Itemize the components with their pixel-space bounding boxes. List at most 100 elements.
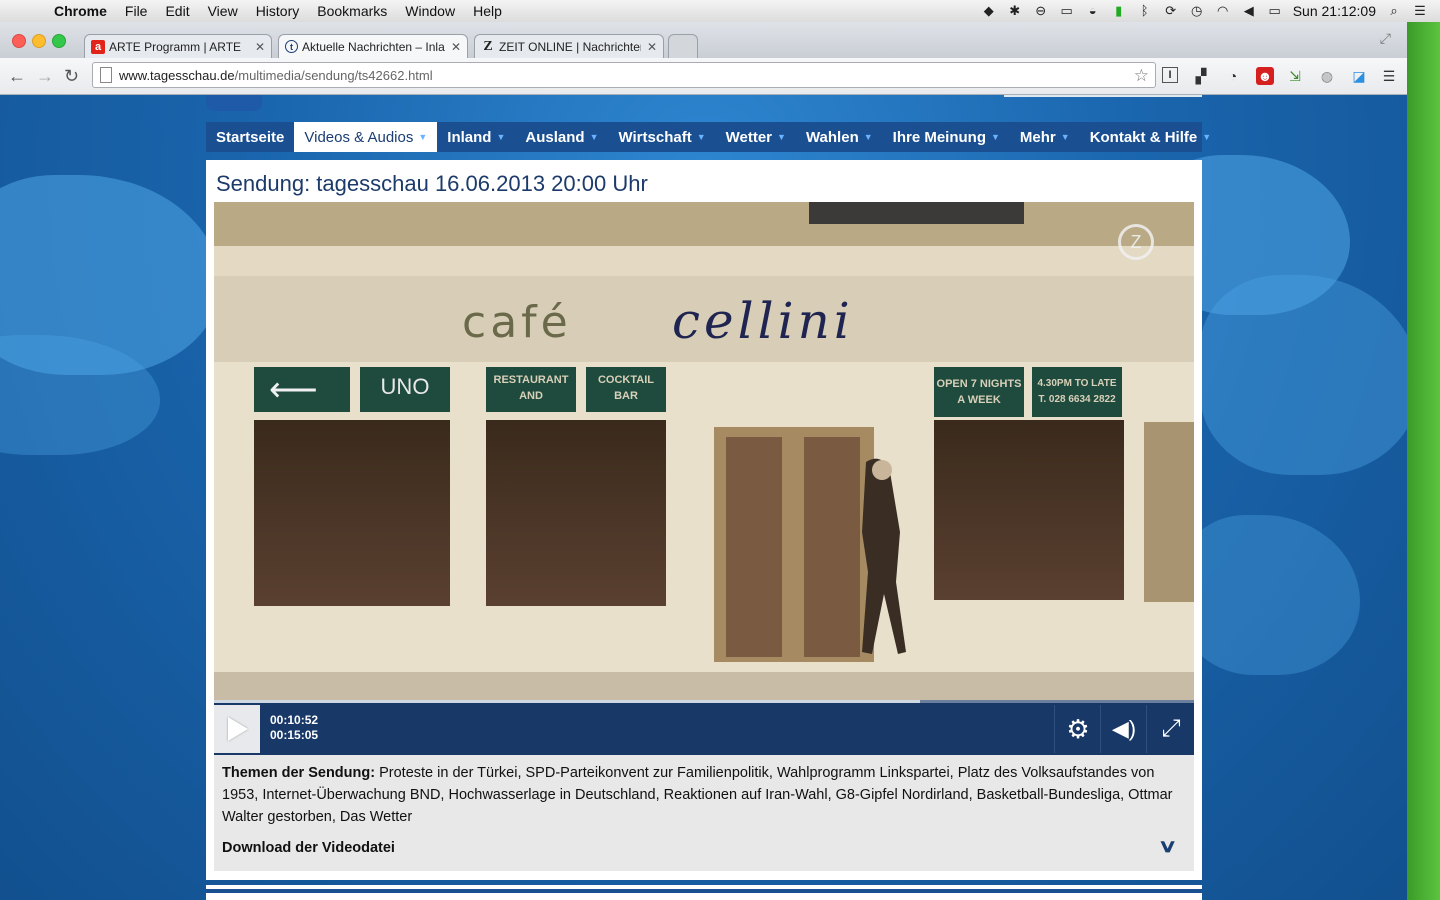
caret-down-icon: ▼	[589, 132, 599, 142]
web-page: Startseite Videos & Audios ▼ Inland ▼ Ausland…	[0, 95, 1407, 900]
nav-item-mehr[interactable]: Mehr ▼	[1010, 122, 1080, 152]
globe-extension-icon[interactable]: ◍	[1318, 67, 1336, 85]
address-bar[interactable]: www.tagesschau.de/multimedia/sendung/ts4…	[92, 62, 1156, 88]
nav-item-startseite[interactable]: Startseite	[206, 122, 294, 152]
sync-icon[interactable]: ⟳	[1163, 4, 1179, 18]
instapaper-icon[interactable]: I	[1162, 67, 1178, 83]
timer-extension-icon[interactable]: ◔	[1224, 67, 1242, 85]
menu-bookmarks[interactable]: Bookmarks	[317, 3, 387, 19]
nav-item-label: Startseite	[216, 128, 285, 146]
browser-window: a ARTE Programm | ARTE ✕ t Aktuelle Nach…	[0, 22, 1407, 900]
menu-help[interactable]: Help	[473, 3, 502, 19]
close-tab-icon[interactable]: ✕	[255, 40, 265, 54]
tab-zeit[interactable]: Z ZEIT ONLINE | Nachrichten ✕	[474, 34, 664, 58]
url-path: /multimedia/sendung/ts42662.html	[234, 67, 433, 83]
sign-restaurant: RESTAURANT AND	[493, 374, 569, 402]
new-tab-button[interactable]	[668, 34, 698, 58]
reload-icon[interactable]: ↻	[64, 66, 79, 87]
dropbox-icon[interactable]: ◆	[981, 4, 997, 18]
settings-button[interactable]: ⚙	[1054, 705, 1101, 753]
caret-down-icon: ▼	[863, 132, 873, 142]
site-header	[206, 95, 1202, 111]
volume-icon[interactable]: ◀	[1241, 4, 1257, 18]
sign-open: OPEN 7 NIGHTS A WEEK	[936, 378, 1022, 406]
minimize-window-icon[interactable]	[32, 34, 46, 48]
tagesschau-favicon-icon: t	[285, 40, 298, 53]
wifi-icon[interactable]: ◠	[1215, 4, 1231, 18]
nav-item-wirtschaft[interactable]: Wirtschaft ▼	[608, 122, 715, 152]
nav-item-wetter[interactable]: Wetter ▼	[716, 122, 796, 152]
notification-center-icon[interactable]: ☰	[1412, 4, 1428, 18]
tab-title: ZEIT ONLINE | Nachrichten	[499, 39, 641, 54]
spotlight-icon[interactable]: ⌕	[1386, 4, 1402, 18]
themen-label: Themen der Sendung:	[222, 765, 376, 781]
save-extension-icon[interactable]: ⇲	[1286, 67, 1304, 85]
nav-item-ihre-meinung[interactable]: Ihre Meinung ▼	[883, 122, 1010, 152]
volume-button[interactable]: ◀)	[1100, 705, 1147, 753]
caret-down-icon: ▼	[696, 132, 706, 142]
caret-down-icon: ▼	[496, 132, 506, 142]
fullscreen-button[interactable]: ⤢	[1146, 705, 1195, 753]
blue-extension-icon[interactable]: ◪	[1350, 67, 1368, 85]
header-search-line	[1004, 95, 1202, 97]
download-toggle[interactable]: Download der Videodatei ∨	[222, 836, 1188, 861]
fullscreen-icon[interactable]: ⤢	[1380, 30, 1391, 47]
ghost-extension-icon[interactable]: ☻	[1256, 67, 1274, 85]
nav-item-label: Kontakt & Hilfe	[1089, 128, 1198, 146]
video-still	[214, 202, 1194, 700]
back-icon[interactable]: ←	[8, 66, 26, 87]
sign-cocktail: COCKTAIL BAR	[597, 374, 654, 402]
menu-app-name[interactable]: Chrome	[54, 3, 107, 19]
chevron-down-icon: ∨	[1157, 836, 1178, 856]
caret-down-icon: ▼	[991, 132, 1000, 142]
video-frame[interactable]: café cellini ⟵ UNO RESTAURANT AND COCKTA…	[214, 202, 1194, 700]
sign-uno: UNO	[380, 374, 430, 399]
display-icon[interactable]: ▭	[1059, 4, 1075, 18]
nav-item-inland[interactable]: Inland ▼	[437, 122, 515, 152]
close-tab-icon[interactable]: ✕	[451, 40, 461, 54]
close-window-icon[interactable]	[12, 34, 26, 48]
current-time: 00:10:52	[270, 713, 319, 727]
sign-late: 4.30PM TO LATE T. 028 6634 2822	[1037, 378, 1117, 405]
tab-tagesschau[interactable]: t Aktuelle Nachrichten – Inla ✕	[278, 34, 468, 58]
caret-down-icon: ▼	[1060, 132, 1070, 142]
bookmark-star-icon[interactable]: ☆	[1134, 66, 1149, 86]
zeit-favicon-icon: Z	[483, 38, 493, 54]
sign-cafe: café	[462, 297, 572, 348]
menu-edit[interactable]: Edit	[165, 3, 189, 19]
menu-view[interactable]: View	[208, 3, 238, 19]
download-label: Download der Videodatei	[222, 840, 395, 856]
nav-item-ausland[interactable]: Ausland ▼	[515, 122, 608, 152]
chrome-menu-icon[interactable]: ☰	[1380, 67, 1398, 85]
menu-file[interactable]: File	[125, 3, 148, 19]
nav-item-kontakt-hilfe[interactable]: Kontakt & Hilfe ▼	[1080, 122, 1221, 152]
screenshot-extension-icon[interactable]: ▞	[1192, 67, 1210, 85]
nav-item-videos-audios[interactable]: Videos & Audios ▼	[294, 122, 438, 152]
battery-meter-icon[interactable]: ▮	[1111, 4, 1127, 18]
nav-item-label: Videos & Audios	[304, 128, 414, 146]
nav-item-label: Wahlen	[805, 128, 859, 146]
close-tab-icon[interactable]: ✕	[647, 40, 657, 54]
video-controls: 00:10:52 00:15:05 ⚙ ◀) ⤢	[214, 703, 1194, 755]
tab-arte[interactable]: a ARTE Programm | ARTE ✕	[84, 34, 272, 58]
desktop-background	[1407, 22, 1440, 900]
drive-icon[interactable]: ◒	[1085, 4, 1101, 18]
forward-icon[interactable]: →	[36, 66, 54, 87]
bluetooth-icon[interactable]: ᛒ	[1137, 4, 1153, 18]
time-machine-icon[interactable]: ◷	[1189, 4, 1205, 18]
zdf-watermark-icon: Z	[1118, 224, 1154, 260]
gear-status-icon[interactable]: ✱	[1007, 4, 1023, 18]
menu-history[interactable]: History	[256, 3, 300, 19]
tagesschau-logo[interactable]	[206, 95, 262, 111]
play-button[interactable]	[214, 705, 260, 753]
menu-window[interactable]: Window	[405, 3, 455, 19]
clock[interactable]: Sun 21:12:09	[1293, 3, 1376, 19]
no-entry-icon[interactable]: ⊖	[1033, 4, 1049, 18]
menu-bar: Chrome File Edit View History Bookmarks …	[0, 0, 1440, 23]
battery-icon[interactable]: ▭	[1267, 4, 1283, 18]
nav-item-wahlen[interactable]: Wahlen ▼	[796, 122, 883, 152]
speaker-icon: ◀)	[1111, 716, 1137, 741]
zoom-window-icon[interactable]	[52, 34, 66, 48]
tab-title: ARTE Programm | ARTE	[109, 39, 242, 54]
expand-icon: ⤢	[1161, 715, 1181, 742]
